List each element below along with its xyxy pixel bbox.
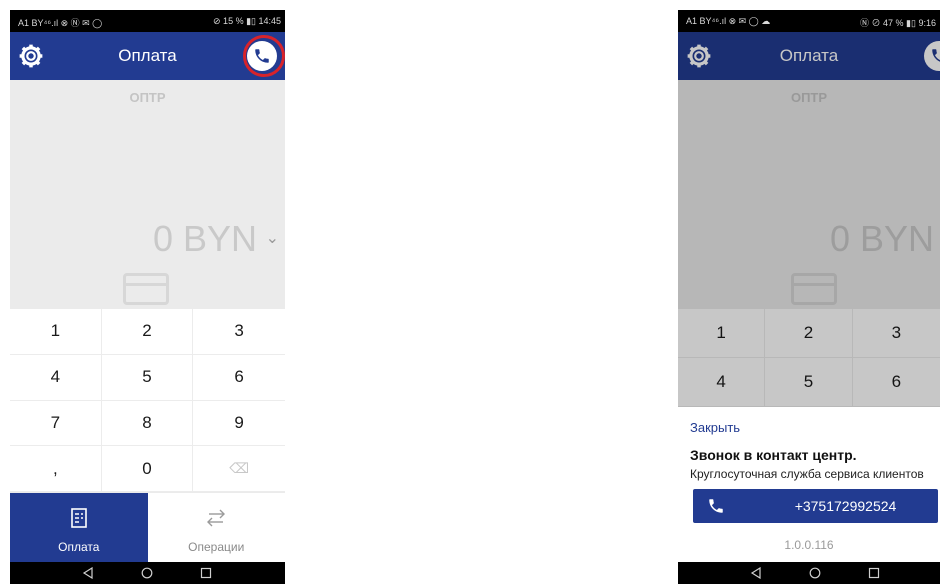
phone-screen-call-sheet: A1 BY⁴⁶.ıl ⊗ ✉ ◯ ☁ Ⓝ ⊘ 47 % ▮▯ 9:16 Опла… xyxy=(678,10,940,584)
key-5[interactable]: 5 xyxy=(101,354,194,401)
bottom-nav: Оплата Операции xyxy=(10,493,285,562)
phone-number: +375172992524 xyxy=(794,498,897,514)
currency-chevron-down-icon[interactable]: ⌄ xyxy=(266,228,279,248)
amount-area: ОПТР 0 BYN ⌄ xyxy=(10,80,285,309)
status-right: ⊘ 15 % ▮▯ 14:45 xyxy=(213,16,281,26)
key-8[interactable]: 8 xyxy=(101,400,194,447)
home-icon[interactable] xyxy=(809,567,821,579)
key-4[interactable]: 4 xyxy=(10,354,102,401)
amount-display: 0 BYN xyxy=(152,218,257,259)
key-comma[interactable]: , xyxy=(10,446,102,492)
call-number-button[interactable]: +375172992524 xyxy=(693,489,938,523)
tab-payment-label: Оплата xyxy=(58,540,100,554)
key-3[interactable]: 3 xyxy=(193,309,285,355)
receipt-icon xyxy=(70,508,87,528)
key-1[interactable]: 1 xyxy=(10,309,102,355)
tab-operations-label: Операции xyxy=(188,540,245,554)
key-9[interactable]: 9 xyxy=(193,401,285,447)
phone-icon xyxy=(709,499,723,513)
sheet-subtitle: Круглосуточная служба сервиса клиентов xyxy=(690,467,924,481)
status-bar: A1 BY⁴⁶.ıl ⊗ ✉ ◯ ☁ Ⓝ ⊘ 47 % ▮▯ 9:16 xyxy=(678,10,940,32)
back-icon[interactable] xyxy=(750,567,762,579)
merchant-name: ОПТР xyxy=(129,90,166,105)
keypad: 1 2 3 4 5 6 7 8 9 , 0 ⌫ xyxy=(10,309,285,492)
dim-overlay[interactable] xyxy=(678,32,940,407)
recents-icon[interactable] xyxy=(868,567,880,579)
key-2[interactable]: 2 xyxy=(101,309,194,355)
highlight-ring xyxy=(243,35,285,77)
backspace-icon[interactable]: ⌫ xyxy=(193,446,285,492)
sheet-heading: Звонок в контакт центр. xyxy=(690,447,857,463)
key-0[interactable]: 0 xyxy=(101,446,194,492)
key-7[interactable]: 7 xyxy=(10,400,102,447)
system-nav-bar xyxy=(10,562,285,584)
exchange-arrows-icon xyxy=(207,509,226,527)
system-nav-bar xyxy=(678,562,940,584)
status-bar: A1 BY⁴⁶.ıl ⊗ Ⓝ ✉ ◯ ⊘ 15 % ▮▯ 14:45 xyxy=(10,10,285,32)
app-version: 1.0.0.116 xyxy=(784,538,834,552)
contact-sheet: Закрыть Звонок в контакт центр. Круглосу… xyxy=(678,407,940,562)
close-link[interactable]: Закрыть xyxy=(690,420,740,435)
back-icon[interactable] xyxy=(82,567,94,579)
tab-payment[interactable]: Оплата xyxy=(10,493,148,562)
status-right: Ⓝ ⊘ 47 % ▮▯ 9:16 xyxy=(860,18,936,28)
recents-icon[interactable] xyxy=(200,567,212,579)
status-carrier: A1 BY⁴⁶.ıl ⊗ Ⓝ ✉ ◯ xyxy=(18,18,103,28)
home-icon[interactable] xyxy=(141,567,153,579)
key-6[interactable]: 6 xyxy=(193,355,285,401)
tab-operations[interactable]: Операции xyxy=(147,493,285,562)
phone-screen-payment: A1 BY⁴⁶.ıl ⊗ Ⓝ ✉ ◯ ⊘ 15 % ▮▯ 14:45 Оплат… xyxy=(10,10,285,584)
app-bar: Оплата xyxy=(10,32,285,80)
card-icon[interactable] xyxy=(123,273,169,305)
status-carrier: A1 BY⁴⁶.ıl ⊗ ✉ ◯ ☁ xyxy=(686,16,771,26)
